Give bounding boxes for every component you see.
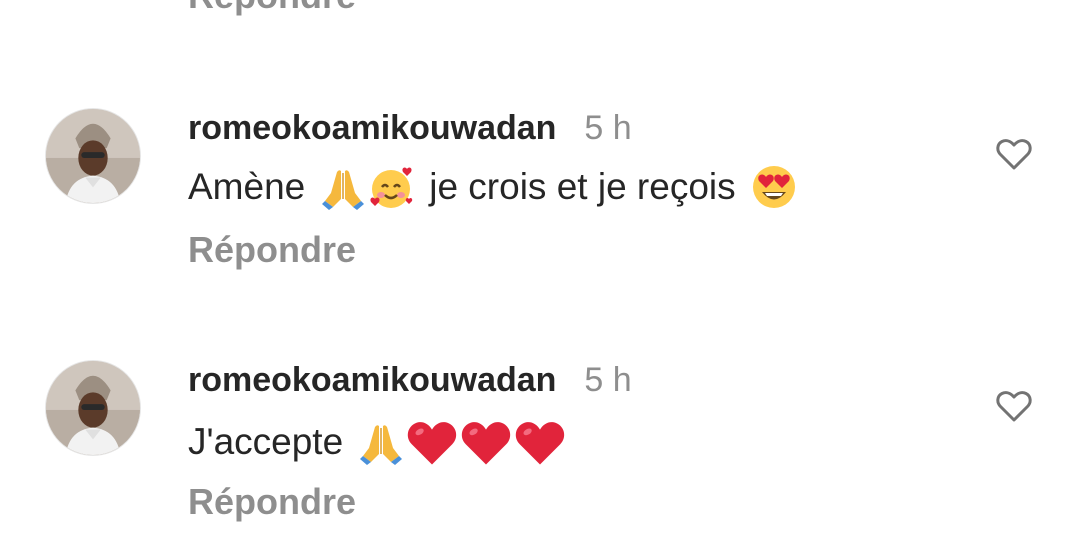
like-heart-icon[interactable] bbox=[994, 134, 1034, 174]
avatar-photo bbox=[46, 361, 140, 455]
timestamp: 5 h bbox=[584, 361, 632, 399]
folded-hands-icon bbox=[357, 418, 405, 466]
red-heart-icon bbox=[405, 415, 459, 469]
heart-eyes-icon bbox=[750, 163, 798, 211]
username[interactable]: romeokoamikouwadan bbox=[188, 109, 556, 147]
avatar[interactable] bbox=[45, 360, 141, 456]
comment-text-part: je crois et je reçois bbox=[429, 166, 736, 207]
comment-header: romeokoamikouwadan 5 h bbox=[188, 360, 632, 400]
comment-header: romeokoamikouwadan 5 h bbox=[188, 108, 632, 148]
red-heart-icon bbox=[459, 415, 513, 469]
red-heart-icon bbox=[513, 415, 567, 469]
comment-item: romeokoamikouwadan 5 h J'accepte Répondr… bbox=[0, 360, 1080, 560]
comment-item: romeokoamikouwadan 5 h Amène je crois et… bbox=[0, 108, 1080, 308]
comment-text: J'accepte bbox=[188, 415, 567, 469]
folded-hands-icon bbox=[319, 163, 367, 211]
comment-text-part: J'accepte bbox=[188, 421, 344, 462]
smiling-face-with-hearts-icon bbox=[367, 163, 415, 211]
reply-button[interactable]: Répondre bbox=[188, 230, 356, 270]
comment-text: Amène je crois et je reçois bbox=[188, 163, 798, 211]
like-heart-icon[interactable] bbox=[994, 386, 1034, 426]
previous-reply-button[interactable]: Répondre bbox=[188, 0, 356, 14]
avatar[interactable] bbox=[45, 108, 141, 204]
timestamp: 5 h bbox=[584, 109, 632, 147]
reply-button[interactable]: Répondre bbox=[188, 482, 356, 522]
username[interactable]: romeokoamikouwadan bbox=[188, 361, 556, 399]
comment-text-part: Amène bbox=[188, 166, 306, 207]
avatar-photo bbox=[46, 109, 140, 203]
